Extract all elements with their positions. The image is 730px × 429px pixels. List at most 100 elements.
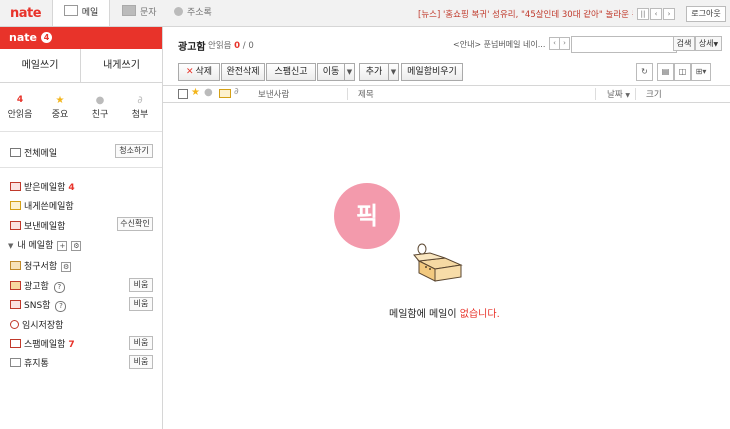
sidebar-item-self-sent[interactable]: 내게쓴메일함 bbox=[10, 199, 74, 212]
trash-icon bbox=[10, 358, 21, 367]
paperclip-icon: ∂ bbox=[137, 95, 143, 106]
tab-contacts[interactable]: 주소록 bbox=[174, 0, 212, 26]
add-folder-icon[interactable]: + bbox=[57, 241, 68, 251]
perm-delete-button[interactable]: 완전삭제 bbox=[221, 63, 265, 81]
delete-label: 삭제 bbox=[195, 67, 213, 77]
help-icon[interactable]: ? bbox=[53, 282, 65, 293]
gear-icon[interactable]: ⚙ bbox=[71, 241, 82, 251]
sidebar-logo[interactable]: nate bbox=[9, 31, 37, 44]
star-icon[interactable]: ★ bbox=[191, 87, 200, 98]
tab-sms[interactable]: 문자 bbox=[122, 0, 157, 26]
person-icon: ● bbox=[95, 95, 105, 106]
logout-button[interactable]: 로그아웃 bbox=[686, 6, 726, 22]
paperclip-icon[interactable]: ∂ bbox=[234, 87, 239, 97]
stat-unread[interactable]: 4 안읽음 bbox=[0, 95, 40, 120]
refresh-icon[interactable]: ↻ bbox=[636, 63, 653, 81]
stat-important-label: 중요 bbox=[51, 110, 69, 120]
detail-search-button[interactable]: 상세▼ bbox=[695, 36, 722, 51]
inbox-count: 4 bbox=[68, 183, 75, 193]
compose-button[interactable]: 메일쓰기 bbox=[0, 49, 81, 83]
spam-report-button[interactable]: 스팸신고 bbox=[266, 63, 316, 81]
column-divider bbox=[595, 88, 596, 100]
view-split-icon[interactable]: ◫ bbox=[674, 63, 691, 81]
stat-unread-label: 안읽음 bbox=[7, 110, 33, 120]
divider bbox=[0, 131, 162, 132]
add-button[interactable]: 추가 bbox=[359, 63, 389, 81]
sidebar-item-inbox[interactable]: 받은메일함 4 bbox=[10, 180, 75, 193]
column-subject[interactable]: 제목 bbox=[358, 88, 374, 100]
gear-icon[interactable]: ⚙ bbox=[61, 262, 72, 272]
sidebar-item-drafts[interactable]: 임시저장함 bbox=[10, 318, 63, 331]
select-all-checkbox[interactable] bbox=[178, 89, 188, 99]
list-header: ★ ● ∂ 보낸사람 제목 날짜 ▼ 크기 bbox=[163, 85, 730, 103]
empty-ads-button[interactable]: 비움 bbox=[129, 278, 153, 292]
column-date[interactable]: 날짜 ▼ bbox=[607, 88, 630, 100]
notice-next-icon[interactable]: › bbox=[559, 37, 570, 50]
search-button[interactable]: 검색 bbox=[673, 36, 695, 51]
sidebar-item-sent[interactable]: 보낸메일함 bbox=[10, 219, 65, 232]
sidebar-item-billing[interactable]: 청구서함 ⚙ bbox=[10, 259, 72, 272]
empty-box-icon bbox=[413, 243, 463, 282]
stat-important[interactable]: ★ 중요 bbox=[40, 95, 80, 120]
stat-friends[interactable]: ● 친구 bbox=[80, 95, 120, 120]
news-ticker[interactable]: [뉴스] '홈쇼핑 복귀' 성유리, "45살인데 30대 같아" 놀라운 동안… bbox=[418, 8, 633, 20]
sidebar-item-ads[interactable]: 광고함? bbox=[10, 279, 65, 293]
empty-message-emphasis: 없습니다. bbox=[459, 309, 500, 320]
top-bar: nate 메일 문자 주소록 [뉴스] '홈쇼핑 복귀' 성유리, "45살인데… bbox=[0, 0, 730, 27]
stat-attachments-label: 첨부 bbox=[131, 110, 149, 120]
write-to-me-button[interactable]: 내게쓰기 bbox=[81, 49, 162, 83]
empty-spam-button[interactable]: 비움 bbox=[129, 336, 153, 350]
nate-logo[interactable]: nate bbox=[10, 6, 42, 21]
prev-icon[interactable]: ‹ bbox=[650, 8, 662, 20]
pause-icon[interactable]: || bbox=[637, 8, 649, 20]
sidebar-item-spam[interactable]: 스팸메일함 7 bbox=[10, 337, 75, 350]
help-icon[interactable]: ? bbox=[55, 301, 67, 312]
column-divider bbox=[347, 88, 348, 100]
spam-icon bbox=[10, 339, 21, 348]
inbox-label: 받은메일함 bbox=[24, 183, 66, 193]
stat-unread-count: 4 bbox=[16, 95, 24, 105]
chevron-down-icon: ▼ bbox=[713, 41, 719, 48]
envelope-icon bbox=[63, 5, 78, 16]
cleanup-button[interactable]: 청소하기 bbox=[115, 144, 153, 158]
column-date-label: 날짜 bbox=[607, 90, 623, 100]
empty-mailbox-button[interactable]: 메일함비우기 bbox=[401, 63, 463, 81]
delete-button[interactable]: ✕ 삭제 bbox=[178, 63, 220, 81]
sort-down-icon: ▼ bbox=[625, 92, 630, 99]
column-size[interactable]: 크기 bbox=[646, 88, 662, 100]
read-receipt-button[interactable]: 수신확인 bbox=[117, 217, 153, 231]
sidebar-item-sns[interactable]: SNS함? bbox=[10, 298, 67, 312]
sidebar-item-all-mail[interactable]: 전체메일 bbox=[10, 146, 57, 159]
view-list-icon[interactable]: ▤ bbox=[657, 63, 674, 81]
my-folders-label: 내 메일함 bbox=[17, 241, 54, 251]
empty-badge: 픽 bbox=[334, 183, 400, 249]
next-icon[interactable]: › bbox=[663, 8, 675, 20]
move-dropdown-icon[interactable]: ▼ bbox=[344, 63, 355, 81]
view-layout-icon[interactable]: ⊞▾ bbox=[691, 63, 711, 81]
envelope-icon[interactable] bbox=[219, 89, 231, 98]
column-from[interactable]: 보낸사람 bbox=[258, 88, 289, 100]
inbox-icon bbox=[10, 182, 21, 191]
folder-icon bbox=[10, 261, 21, 270]
ad-folder-icon bbox=[10, 281, 21, 290]
notice-link[interactable]: <안내> 푼넘버메일 네이... bbox=[453, 39, 545, 50]
add-dropdown-icon[interactable]: ▼ bbox=[388, 63, 399, 81]
envelope-icon bbox=[10, 148, 21, 157]
sent-icon bbox=[10, 221, 21, 230]
sent-label: 보낸메일함 bbox=[24, 222, 66, 232]
spam-label: 스팸메일함 bbox=[24, 340, 66, 350]
move-button[interactable]: 이동 bbox=[317, 63, 345, 81]
empty-sns-button[interactable]: 비움 bbox=[129, 297, 153, 311]
empty-trash-button[interactable]: 비움 bbox=[129, 355, 153, 369]
x-icon: ✕ bbox=[185, 67, 194, 77]
caret-down-icon: ▼ bbox=[8, 242, 14, 250]
divider bbox=[0, 167, 162, 168]
main-panel: 광고함 안읽음 0 / 0 <안내> 푼넘버메일 네이... ‹ › 검색 상세… bbox=[163, 27, 730, 429]
empty-message-text: 메일함에 메일이 bbox=[389, 309, 460, 320]
search-input[interactable] bbox=[571, 36, 677, 53]
unread-count: 0 bbox=[234, 41, 241, 51]
stat-attachments[interactable]: ∂ 첨부 bbox=[120, 95, 160, 120]
sidebar-item-trash[interactable]: 휴지통 bbox=[10, 356, 49, 369]
sidebar-item-my-folders[interactable]: ▼ 내 메일함 + ⚙ bbox=[8, 238, 82, 251]
tab-mail[interactable]: 메일 bbox=[52, 0, 110, 26]
